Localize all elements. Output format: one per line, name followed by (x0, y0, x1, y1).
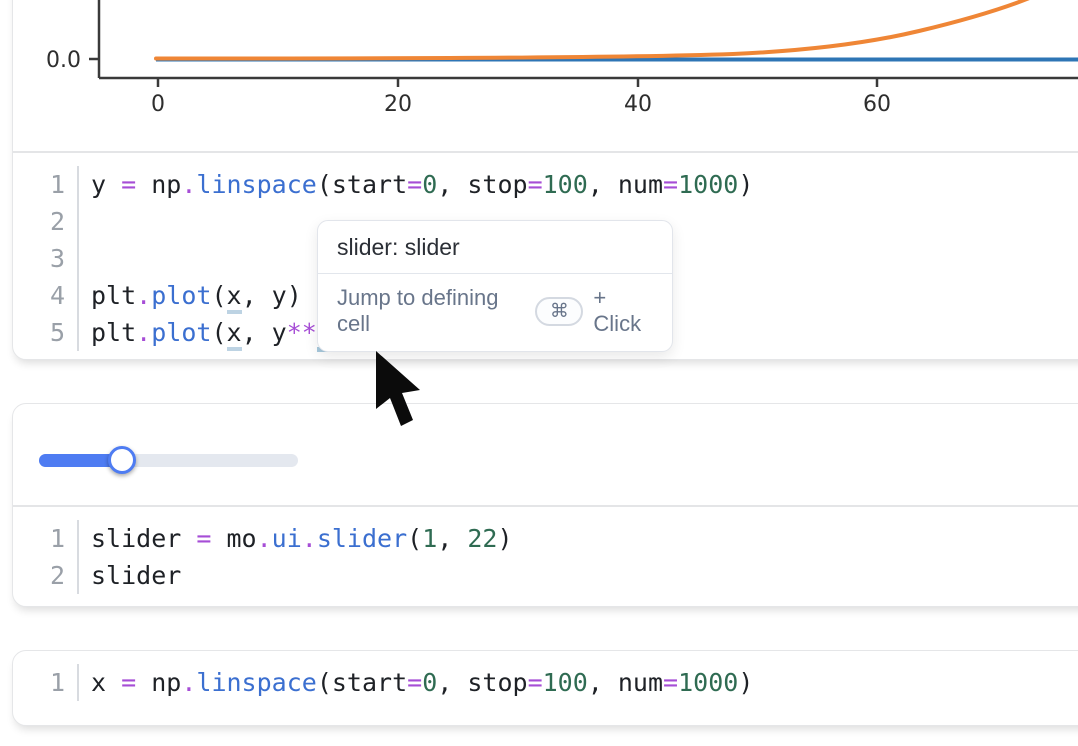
command-key-icon: ⌘ (535, 297, 583, 326)
tooltip-suffix-label: + Click (593, 285, 656, 337)
y-tick-label: 0.0 (46, 48, 81, 73)
line-number: 1 (13, 166, 77, 203)
variable-tooltip: slider: slider Jump to defining cell ⌘ +… (317, 220, 673, 352)
variable-reference: x (227, 281, 242, 314)
code-editor-slider[interactable]: 12 slider = mo.ui.slider(1, 22)slider (13, 507, 1078, 602)
line-number: 1 (13, 520, 77, 557)
code-line[interactable]: y = np.linspace(start=0, stop=100, num=1… (91, 166, 753, 203)
tooltip-title: slider: slider (318, 221, 672, 273)
variable-reference: x (227, 318, 242, 351)
tooltip-action-label[interactable]: Jump to defining cell (337, 285, 525, 337)
line-number-gutter: 1 (13, 664, 79, 701)
code-lines[interactable]: x = np.linspace(start=0, stop=100, num=1… (79, 664, 753, 701)
line-number: 1 (13, 664, 77, 701)
line-number: 2 (13, 203, 77, 240)
code-line[interactable]: x = np.linspace(start=0, stop=100, num=1… (91, 664, 753, 701)
cell-output-chart: 0.0 0 20 40 60 (13, 0, 1078, 151)
x-tick-label: 0 (151, 92, 165, 117)
line-number: 4 (13, 277, 77, 314)
line-number-gutter: 12345 (13, 166, 79, 351)
x-tick-label: 60 (863, 92, 891, 117)
line-number: 5 (13, 314, 77, 351)
series-line-orange (156, 0, 1078, 59)
matplotlib-figure: 0.0 0 20 40 60 (13, 0, 1078, 151)
cell-output-slider (13, 404, 1078, 507)
code-line[interactable]: slider = mo.ui.slider(1, 22) (91, 520, 513, 557)
notebook-cell-x: 1 x = np.linspace(start=0, stop=100, num… (12, 650, 1078, 726)
code-editor-x[interactable]: 1 x = np.linspace(start=0, stop=100, num… (13, 651, 1078, 709)
line-number: 3 (13, 240, 77, 277)
x-tick-label: 40 (624, 92, 652, 117)
notebook-cell-slider: 12 slider = mo.ui.slider(1, 22)slider (12, 403, 1078, 607)
code-line[interactable]: slider (91, 557, 513, 594)
line-number-gutter: 12 (13, 520, 79, 594)
x-tick-label: 20 (384, 92, 412, 117)
code-lines[interactable]: slider = mo.ui.slider(1, 22)slider (79, 520, 513, 594)
slider-widget[interactable] (39, 454, 298, 467)
line-number: 2 (13, 557, 77, 594)
slider-handle[interactable] (108, 446, 136, 474)
mouse-cursor-icon (374, 351, 430, 435)
